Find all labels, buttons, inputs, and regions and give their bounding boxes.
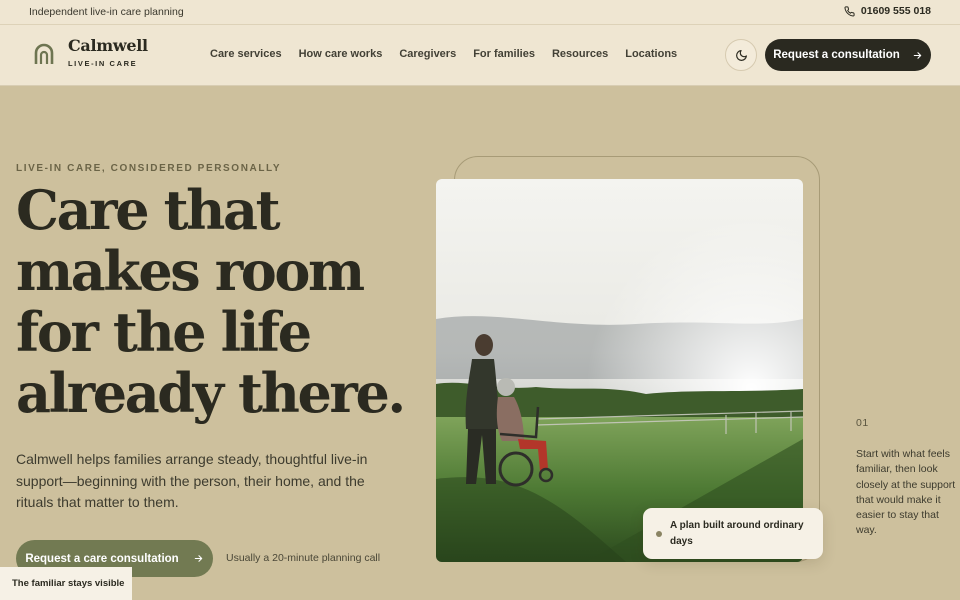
request-consultation-label: Request a consultation <box>773 49 900 61</box>
caption-dot-icon <box>656 530 662 537</box>
nav-locations[interactable]: Locations <box>625 48 677 60</box>
arch-logo-icon <box>34 43 54 64</box>
brand-subtitle: LIVE-IN CARE <box>68 59 138 68</box>
hero-eyebrow: LIVE-IN CARE, CONSIDERED PERSONALLY <box>16 163 282 174</box>
hero-photo <box>436 179 803 562</box>
utility-bar: Independent live-in care planning 01609 … <box>0 0 960 25</box>
brand-name: Calmwell <box>68 36 148 55</box>
site-header: Calmwell LIVE-IN CARE Care services How … <box>0 25 960 86</box>
photo-caption-card: A plan built around ordinary days <box>643 508 823 559</box>
phone-link[interactable]: 01609 555 018 <box>844 5 931 17</box>
sticky-section-label: The familiar stays visible <box>0 567 132 600</box>
nav-how-care-works[interactable]: How care works <box>299 48 383 60</box>
arrow-right-icon <box>194 555 202 562</box>
moon-icon <box>735 49 747 61</box>
hero-lede: Calmwell helps families arrange steady, … <box>16 451 368 510</box>
step-number: 01 <box>856 417 869 429</box>
hero-headline: Care that makes room for the life alread… <box>16 178 406 425</box>
photo-caption: A plan built around ordinary days <box>670 519 804 547</box>
utility-tagline: Independent live-in care planning <box>29 6 184 18</box>
request-consultation-button[interactable]: Request a consultation <box>765 39 931 71</box>
nav-caregivers[interactable]: Caregivers <box>399 48 456 60</box>
arrow-right-icon <box>913 51 922 59</box>
meadow-photo-illustration <box>436 179 803 562</box>
main-nav: Care services How care works Caregivers … <box>210 48 677 60</box>
phone-icon <box>844 5 855 17</box>
nav-care-services[interactable]: Care services <box>210 48 282 60</box>
step-description: Start with what feels familiar, then loo… <box>856 448 956 537</box>
nav-for-families[interactable]: For families <box>473 48 535 60</box>
request-care-consultation-label: Request a care consultation <box>25 552 179 565</box>
planning-call-note: Usually a 20-minute planning call <box>226 552 381 564</box>
brand-logo-link[interactable]: Calmwell LIVE-IN CARE <box>33 37 148 68</box>
theme-toggle-button[interactable] <box>725 39 757 71</box>
phone-number: 01609 555 018 <box>860 5 931 17</box>
nav-resources[interactable]: Resources <box>552 48 608 60</box>
